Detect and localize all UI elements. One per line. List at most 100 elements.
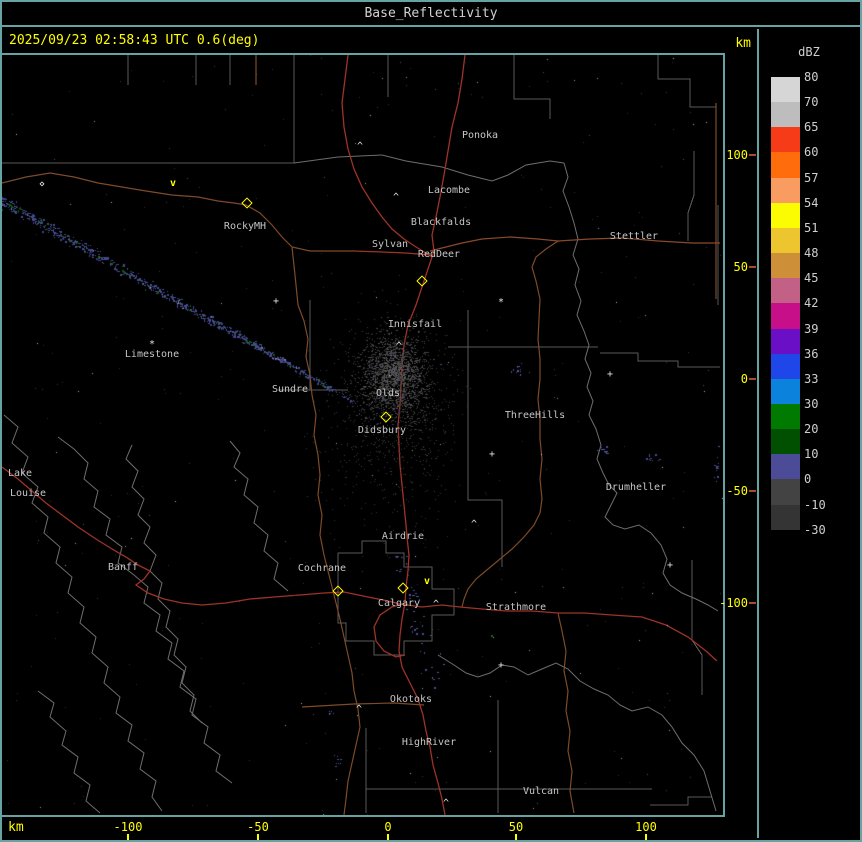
colorbar-boundary-label: -30 (804, 522, 826, 537)
colorbar-swatch (771, 454, 800, 480)
city-label: Banff (107, 562, 139, 573)
radar-site-marker[interactable] (332, 585, 344, 597)
radar-site-marker[interactable] (241, 197, 253, 209)
radar-map-display[interactable]: Ponoka Lacombe Blackfalds Sylvan RedDeer Stet… (2, 53, 725, 817)
yellow-arrow-marker: v (424, 576, 431, 587)
colorbar-boundary-label: 70 (804, 95, 819, 110)
city-label: Strathmore (485, 602, 547, 613)
colorbar-swatch (771, 177, 800, 204)
radar-viewer-window: Base_Reflectivity 2025/09/23 02:58:43 UT… (0, 0, 862, 842)
colorbar-boundary-label: 54 (804, 195, 819, 210)
colorbar-swatch (771, 353, 800, 380)
colorbar-boundary-label: 51 (804, 220, 819, 235)
colorbar-boundary-label: 57 (804, 170, 819, 185)
city-label: Airdrie (381, 531, 425, 542)
yellow-arrow-marker: v (170, 178, 177, 189)
colorbar-swatch (771, 378, 800, 405)
x-axis-tick-label: 50 (508, 820, 524, 834)
city-label: Drumheller (605, 482, 667, 493)
x-axis-unit-label: km (8, 820, 24, 835)
y-axis-tick-mark (749, 266, 756, 268)
window-title: Base_Reflectivity (364, 6, 498, 21)
city-label: Stettler (609, 231, 659, 242)
x-axis-tick-mark (387, 834, 389, 840)
colorbar-swatch (771, 403, 800, 430)
x-axis-tick-label: 100 (635, 820, 657, 834)
city-label: Lacombe (427, 185, 471, 196)
city-label: RockyMH (223, 221, 267, 232)
y-axis-tick-mark (749, 490, 756, 492)
city-label: Innisfail (387, 319, 443, 330)
y-axis-tick-mark (749, 154, 756, 156)
city-label: ThreeHills (504, 410, 566, 421)
colorbar-boundary-label: 10 (804, 447, 819, 462)
y-axis-tick-label: 0 (740, 372, 748, 386)
y-axis-tick-label: -50 (726, 484, 748, 498)
map-point-symbol: ^ (471, 519, 478, 530)
map-point-symbol: ^ (357, 141, 364, 152)
x-axis-tick-mark (515, 834, 517, 840)
map-point-symbol: * (498, 297, 505, 308)
colorbar-boundary-label: 20 (804, 422, 819, 437)
y-axis-tick-label: 100 (726, 148, 748, 162)
city-label: Olds (375, 388, 401, 399)
y-axis-tick-mark (749, 378, 756, 380)
colorbar-swatch (771, 479, 800, 506)
colorbar-boundary-label: 30 (804, 396, 819, 411)
colorbar-swatch (771, 328, 800, 355)
colorbar-swatch (771, 102, 800, 128)
map-point-symbol: ⋄ (39, 179, 46, 190)
color-scale-panel: dBZ 80 70 65 60 57 54 51 48 45 42 39 36 33 30 20 10 0 -10… (757, 29, 862, 838)
colorbar-swatch (771, 227, 800, 254)
colorbar-swatch (771, 504, 800, 531)
map-point-symbol: + (489, 449, 496, 460)
colorbar-swatch (771, 253, 800, 279)
x-axis-tick-label: -50 (247, 820, 269, 834)
map-point-symbol: ^ (443, 798, 450, 809)
city-label: Vulcan (522, 786, 560, 797)
city-label: HighRiver (401, 737, 457, 748)
colorbar-boundary-label: 65 (804, 120, 819, 135)
colorbar-swatch (771, 152, 800, 179)
colorbar-boundary-label: 45 (804, 271, 819, 286)
colorbar-boundary-label: 0 (804, 472, 812, 487)
city-label: Limestone (124, 349, 180, 360)
city-label: Ponoka (461, 130, 499, 141)
colorbar-swatch (771, 303, 800, 330)
map-point-symbol: + (498, 660, 505, 671)
radar-site-marker[interactable] (397, 582, 409, 594)
y-axis-tick-label: 50 (733, 260, 748, 274)
colorbar-swatch (771, 278, 800, 304)
x-axis-tick-mark (645, 834, 647, 840)
colorbar-swatch (771, 127, 800, 154)
colorbar-boundary-label: 80 (804, 70, 819, 84)
map-point-symbol: ^ (393, 192, 400, 203)
map-point-symbol: + (607, 369, 614, 380)
colorbar-swatch (771, 429, 800, 455)
map-point-symbol: * (149, 339, 156, 350)
y-axis-strip: km 100 50 0 -50 -100 (719, 29, 757, 838)
colorbar-boundary-label: 39 (804, 321, 819, 336)
map-point-symbol: ^ (396, 341, 403, 352)
colorbar-swatch (771, 77, 800, 103)
y-axis-unit-label: km (735, 36, 751, 51)
colorbar-boundary-label: 33 (804, 371, 819, 386)
radar-site-marker[interactable] (416, 275, 428, 287)
city-label: Louise (9, 488, 47, 499)
colorbar-swatch (771, 202, 800, 229)
colorbar-boundary-label: -10 (804, 497, 826, 512)
city-label: Blackfalds (410, 217, 472, 228)
map-annotation-layer: Ponoka Lacombe Blackfalds Sylvan RedDeer Stet… (2, 55, 723, 815)
map-point-symbol: ^ (356, 704, 363, 715)
colorbar-boundary-label: 48 (804, 246, 819, 261)
y-axis-tick-mark (749, 602, 756, 604)
title-bar: Base_Reflectivity (2, 2, 860, 27)
colorbar-boundary-label: 36 (804, 346, 819, 361)
colorbar-title: dBZ (798, 45, 820, 59)
scan-timestamp: 2025/09/23 02:58:43 UTC 0.6(deg) (9, 33, 260, 48)
y-axis-tick-label: -100 (719, 596, 748, 610)
map-point-symbol: + (273, 296, 280, 307)
x-axis-tick-label: -100 (113, 820, 143, 834)
colorbar-boundary-label: 60 (804, 145, 819, 160)
radar-site-marker[interactable] (380, 411, 392, 423)
